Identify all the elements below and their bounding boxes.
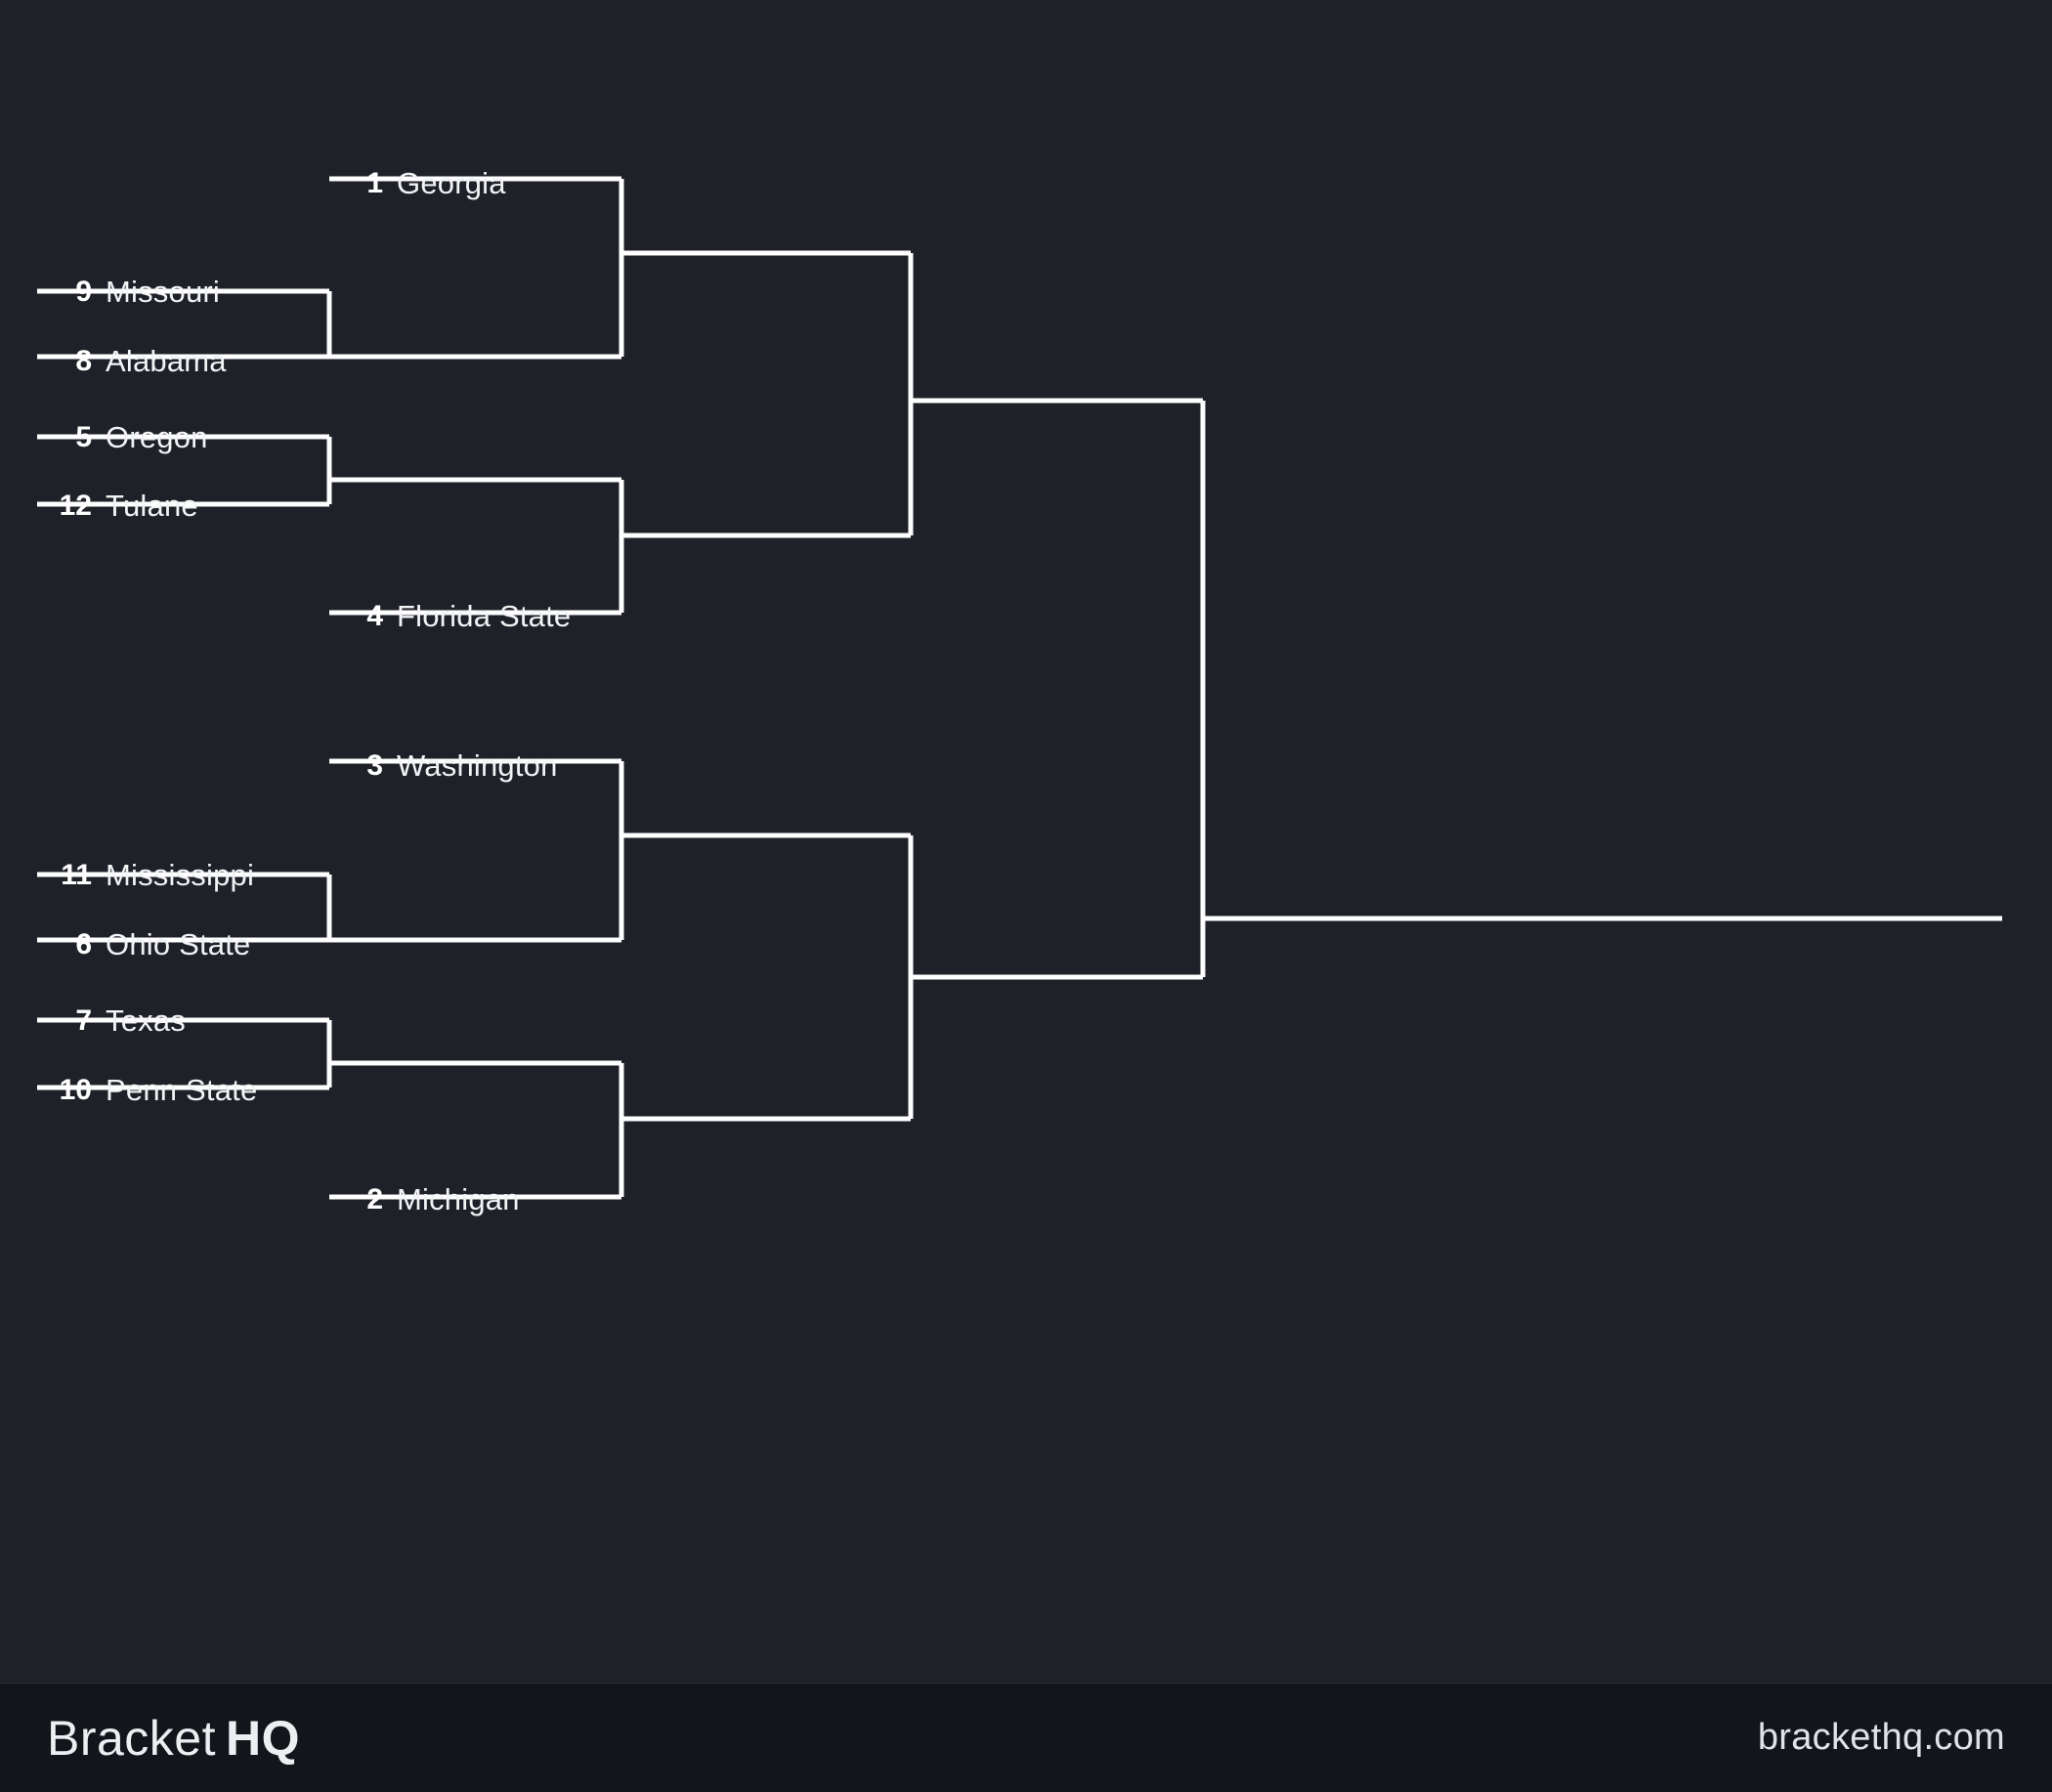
team-name: Oregon — [106, 420, 208, 454]
team-name: Georgia — [397, 166, 506, 200]
seed-number: 6 — [75, 928, 92, 960]
seed-number: 4 — [366, 600, 383, 632]
brand-bold-text: HQ — [226, 1710, 301, 1766]
seed-number: 2 — [366, 1183, 383, 1216]
brand-logo: Bracket HQ — [47, 1710, 300, 1767]
seed-number: 5 — [75, 421, 92, 453]
slot-florida-state[interactable]: 4 Florida State — [340, 601, 571, 631]
footer-bar: Bracket HQ brackethq.com — [0, 1683, 2052, 1792]
slot-missouri[interactable]: 9 Missouri — [49, 277, 220, 307]
slot-alabama[interactable]: 8 Alabama — [49, 346, 227, 376]
slot-georgia[interactable]: 1 Georgia — [340, 168, 506, 198]
seed-number: 10 — [59, 1074, 92, 1106]
slot-michigan[interactable]: 2 Michigan — [340, 1184, 520, 1215]
team-name: Missouri — [106, 275, 221, 309]
slot-mississippi[interactable]: 11 Mississippi — [49, 860, 254, 890]
slot-tulane[interactable]: 12 Tulane — [49, 491, 198, 521]
site-url-text: brackethq.com — [1757, 1717, 2005, 1758]
seed-number: 11 — [61, 859, 92, 891]
team-name: Florida State — [397, 599, 572, 633]
team-name: Alabama — [106, 344, 227, 378]
seed-number: 8 — [75, 345, 92, 377]
seed-number: 1 — [366, 167, 383, 199]
slot-oregon[interactable]: 5 Oregon — [49, 422, 208, 452]
slot-penn-state[interactable]: 10 Penn State — [49, 1073, 258, 1107]
team-name: Texas — [106, 1003, 186, 1038]
seed-number: 7 — [75, 1004, 92, 1037]
seed-number: 9 — [75, 276, 92, 308]
seed-number: 3 — [366, 749, 383, 782]
team-name: Michigan — [397, 1182, 520, 1216]
team-name: Mississippi — [106, 858, 255, 892]
bracket-page: 1 Georgia 9 Missouri 8 Alabama 5 Oregon 12 Tulane… — [0, 0, 2052, 1792]
slot-washington[interactable]: 3 Washington — [340, 750, 558, 781]
team-name: Washington — [397, 748, 558, 783]
brand-light-text: Bracket — [47, 1710, 217, 1766]
slot-texas[interactable]: 7 Texas — [49, 1005, 186, 1036]
team-name: Ohio State — [106, 927, 251, 961]
slot-ohio-state[interactable]: 6 Ohio State — [49, 929, 250, 960]
bracket-lines — [37, 176, 2002, 1200]
seed-number: 12 — [59, 490, 92, 522]
team-name: Penn State — [106, 1073, 258, 1107]
team-name: Tulane — [106, 489, 198, 523]
